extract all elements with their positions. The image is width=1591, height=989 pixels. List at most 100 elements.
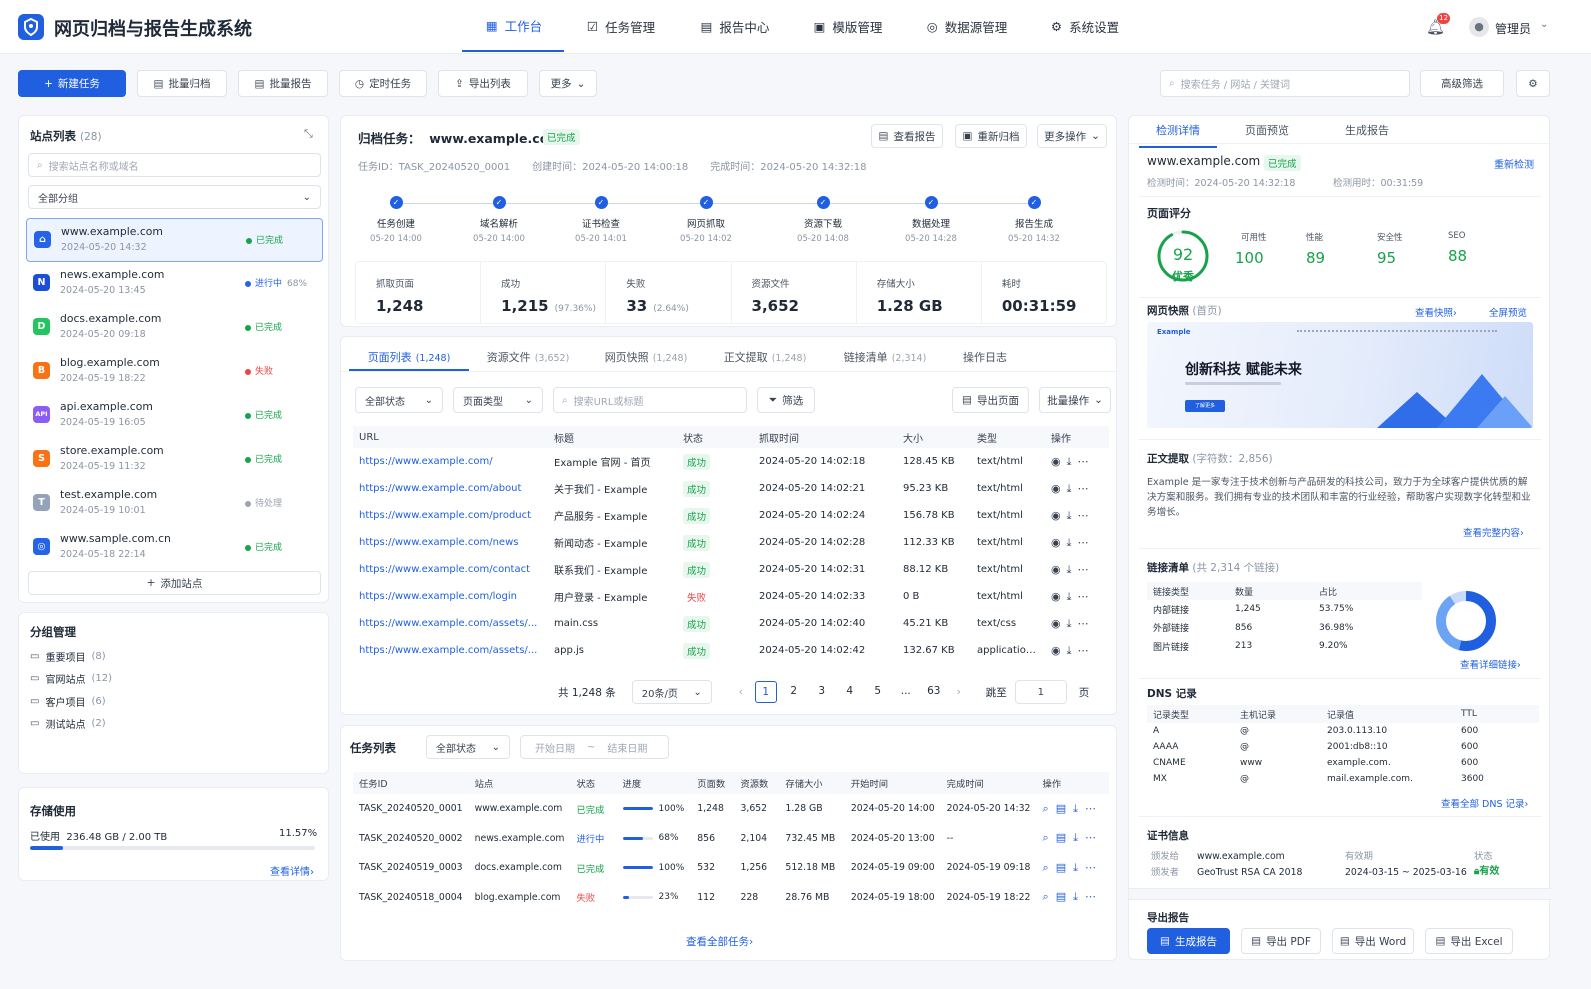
page-number[interactable]: 1 [754,681,777,703]
advanced-filter-button[interactable]: 高级筛选 [1420,70,1504,97]
page-url[interactable]: https://www.example.com/contact [353,556,548,583]
page-number[interactable]: ... [892,681,920,703]
nav-datasources[interactable]: ◎ 数据源管理 [904,0,1030,52]
site-list-item[interactable]: Sstore.example.com 2024-05-19 11:32 已完成 [26,438,323,482]
table-row[interactable]: https://www.example.com/product 产品服务 - Ex… [353,502,1109,529]
table-row[interactable]: TASK_20240518_0004 blog.example.com 失败 23% 1… [353,883,1109,913]
eye-icon[interactable]: ◉ [1051,590,1067,603]
export-word-button[interactable]: ▤ 导出 Word [1332,928,1414,954]
page-number[interactable]: 63 [920,681,948,703]
site-search-input[interactable]: ⌕ 搜索站点名称或域名 [28,153,321,177]
more-icon[interactable]: ⋯ [1085,890,1103,903]
site-group-select[interactable]: 全部分组 ⌄ [28,185,321,209]
more-icon[interactable]: ⋯ [1085,802,1103,815]
page-number[interactable]: 2 [780,681,808,703]
site-list-item[interactable]: Ddocs.example.com 2024-05-20 09:18 已完成 [26,306,323,350]
page-status-select[interactable]: 全部状态 ⌄ [355,387,443,413]
table-row[interactable]: https://www.example.com/assets/... main.c… [353,610,1109,637]
more-actions-button[interactable]: 更多操作 ⌄ [1037,124,1107,148]
site-list-item[interactable]: ◎ www.sample.com.cn 2024-05-18 22:14 已完成 [26,526,323,570]
page-url[interactable]: https://www.example.com/about [353,475,548,502]
more-icon[interactable]: ⋯ [1085,831,1103,844]
view-links-link[interactable]: 查看详细链接› [1460,657,1521,671]
chevron-down-icon[interactable]: ⌄ [1540,19,1548,30]
nav-workbench[interactable]: ▦ 工作台 [462,0,564,52]
nav-tasks[interactable]: ☑ 任务管理 [564,0,678,52]
page-number[interactable]: 3 [808,681,836,703]
batch-archive-button[interactable]: ▤ 批量归档 [137,70,227,97]
more-icon[interactable]: ⋯ [1077,482,1094,495]
site-list-item[interactable]: Bblog.example.com 2024-05-19 18:22 失败 [26,350,323,394]
more-icon[interactable]: ⋯ [1077,563,1094,576]
page-number[interactable]: 5 [864,681,892,703]
generate-report-button[interactable]: ▤ 生成报告 [1147,928,1230,954]
snapshot-image[interactable]: Example 创新科技 赋能未来 了解更多 [1147,322,1533,428]
export-pages-button[interactable]: ▤ 导出页面 [952,387,1029,413]
storage-detail-link[interactable]: 查看详情› [270,863,314,878]
site-list-item[interactable]: Ttest.example.com 2024-05-19 10:01 待处理 [26,482,323,526]
page-tab[interactable]: 正文提取 (1,248) [705,349,825,371]
site-list-item[interactable]: Nnews.example.com 2024-05-20 13:45 进行中 68% [26,262,323,306]
goto-page-input[interactable]: 1 [1014,680,1067,704]
view-snapshot-link[interactable]: 查看快照› [1415,305,1457,319]
download-icon[interactable]: ⤓ [1067,455,1078,468]
tab-report[interactable]: 生成报告 [1317,122,1417,148]
batch-report-button[interactable]: ▤ 批量报告 [238,70,328,97]
download-icon[interactable]: ⤓ [1073,802,1085,815]
more-icon[interactable]: ⋯ [1077,617,1094,630]
eye-icon[interactable]: ◉ [1051,563,1067,576]
group-item[interactable]: ▭ 测试站点 (2) [30,713,310,736]
export-pdf-button[interactable]: ▤ 导出 PDF [1241,928,1321,954]
page-tab[interactable]: 页面列表 (1,248) [349,349,469,371]
fullscreen-preview-link[interactable]: 全屏预览 [1489,305,1527,319]
add-site-button[interactable]: + 添加站点 [28,571,321,595]
report-icon[interactable]: ▤ [1056,802,1073,815]
page-url[interactable]: https://www.example.com/assets/... [353,637,548,664]
more-icon[interactable]: ⋯ [1085,861,1103,874]
eye-icon[interactable]: ◉ [1051,455,1067,468]
table-row[interactable]: https://www.example.com/Example 官网 - 首页 成… [353,448,1109,475]
more-icon[interactable]: ⋯ [1077,509,1094,522]
global-search-input[interactable]: ⌕ 搜索任务 / 网站 / 关键词 [1160,70,1410,97]
task-status-select[interactable]: 全部状态 ⌄ [426,735,510,759]
more-icon[interactable]: ⋯ [1077,536,1094,549]
site-list-item[interactable]: API api.example.com 2024-05-19 16:05 已完成 [26,394,323,438]
view-icon[interactable]: ⌕ [1043,831,1056,844]
export-excel-button[interactable]: ▤ 导出 Excel [1425,928,1513,954]
download-icon[interactable]: ⤓ [1067,563,1078,576]
per-page-select[interactable]: 20条/页 ⌄ [631,680,712,704]
table-row[interactable]: https://www.example.com/news 新闻动态 - Examp… [353,529,1109,556]
page-tab[interactable]: 资源文件 (3,652) [469,349,587,371]
download-icon[interactable]: ⤓ [1073,831,1085,844]
page-url[interactable]: https://www.example.com/news [353,529,548,556]
view-all-tasks-link[interactable]: 查看全部任务› [686,934,753,949]
page-type-select[interactable]: 页面类型 ⌄ [453,387,543,413]
collapse-icon[interactable]: ⤡ [304,127,313,141]
table-row[interactable]: TASK_20240520_0001 www.example.com 已完成 100%… [353,794,1109,824]
report-icon[interactable]: ▤ [1056,890,1073,903]
group-item[interactable]: ▭ 重要项目 (8) [30,645,310,668]
eye-icon[interactable]: ◉ [1051,617,1067,630]
nav-reports[interactable]: ▤ 报告中心 [678,0,792,52]
download-icon[interactable]: ⤓ [1073,861,1085,874]
settings-button[interactable]: ⚙ [1516,70,1550,97]
scheduled-task-button[interactable]: ◷ 定时任务 [339,70,427,97]
download-icon[interactable]: ⤓ [1067,482,1078,495]
recheck-link[interactable]: 重新检测 [1494,156,1534,171]
view-icon[interactable]: ⌕ [1043,890,1056,903]
site-list-item[interactable]: ⌂ www.example.com 2024-05-20 14:32 已完成 [26,218,323,262]
download-icon[interactable]: ⤓ [1067,590,1078,603]
report-icon[interactable]: ▤ [1056,831,1073,844]
view-icon[interactable]: ⌕ [1043,802,1056,815]
download-icon[interactable]: ⤓ [1073,890,1085,903]
table-row[interactable]: TASK_20240520_0002 news.example.com 进行中 68%… [353,824,1109,854]
more-icon[interactable]: ⋯ [1077,590,1094,603]
download-icon[interactable]: ⤓ [1067,644,1078,657]
view-icon[interactable]: ⌕ [1043,861,1056,874]
nav-templates[interactable]: ▣ 模版管理 [792,0,904,52]
filter-button[interactable]: ⏷ 筛选 [757,387,815,413]
page-url[interactable]: https://www.example.com/login [353,583,548,610]
more-icon[interactable]: ⋯ [1077,644,1094,657]
page-search-input[interactable]: ⌕ 搜索URL或标题 [553,387,747,413]
page-tab[interactable]: 操作日志 [945,349,1025,371]
